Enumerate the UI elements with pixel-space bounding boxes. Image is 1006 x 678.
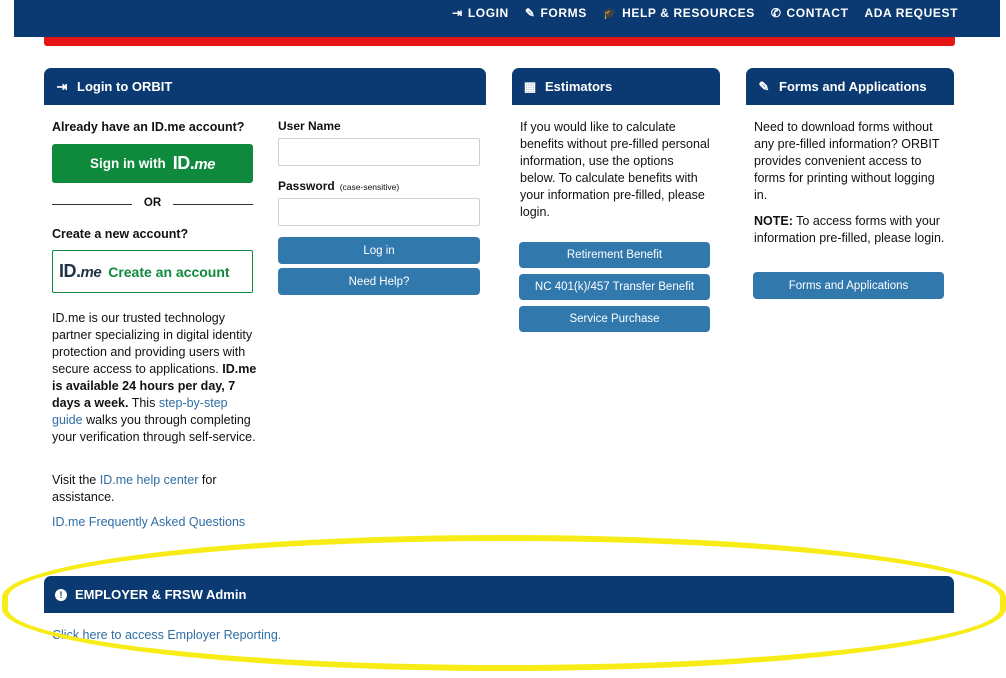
help-center-text: Visit the ID.me help center for assistan…	[52, 473, 217, 504]
nav-forms-label: FORMS	[540, 6, 587, 20]
employer-panel-title: EMPLOYER & FRSW Admin	[75, 587, 247, 602]
or-text: OR	[143, 197, 162, 209]
sign-in-with-idme-button[interactable]: Sign in with ID.me	[52, 144, 253, 183]
nav-help-resources[interactable]: 🎓 HELP & RESOURCES	[603, 6, 755, 20]
exclamation-circle-icon: !	[55, 588, 67, 601]
need-help-button[interactable]: Need Help?	[278, 268, 480, 295]
username-input[interactable]	[278, 138, 480, 166]
service-purchase-button[interactable]: Service Purchase	[519, 306, 710, 332]
login-button[interactable]: Log in	[278, 237, 480, 264]
nav-forms[interactable]: ✎ FORMS	[525, 6, 587, 20]
create-account-label: Create an account	[108, 263, 230, 280]
have-account-heading: Already have an ID.me account?	[52, 120, 245, 134]
username-label: User Name	[278, 119, 341, 133]
nav-login-label: LOGIN	[467, 6, 509, 20]
login-panel-title: Login to ORBIT	[77, 79, 173, 94]
nav-help-label: HELP & RESOURCES	[622, 6, 755, 20]
idme-help-center-link[interactable]: ID.me help center	[100, 473, 199, 487]
nav-login[interactable]: ⇥ LOGIN	[452, 6, 509, 20]
password-label: Password (case-sensitive)	[278, 179, 400, 193]
top-nav-links: ⇥ LOGIN ✎ FORMS 🎓 HELP & RESOURCES ✆ CON…	[452, 6, 958, 20]
edit-icon: ✎	[524, 6, 536, 20]
or-divider: OR	[52, 196, 253, 212]
idme-description: ID.me is our trusted technology partner …	[52, 311, 257, 444]
forms-note: NOTE: To access forms with your informat…	[754, 214, 945, 245]
case-sensitive-hint: (case-sensitive)	[339, 182, 400, 192]
forms-and-applications-button[interactable]: Forms and Applications	[753, 272, 944, 299]
sign-in-label: Sign in with	[90, 156, 166, 171]
create-account-heading: Create a new account?	[52, 227, 189, 241]
calculator-icon: ▦	[523, 78, 537, 94]
nav-contact[interactable]: ✆ CONTACT	[771, 6, 849, 20]
phone-icon: ✆	[770, 6, 782, 20]
nav-ada-request[interactable]: ADA REQUEST	[865, 6, 959, 20]
login-panel-header: ⇥ Login to ORBIT	[44, 68, 486, 105]
edit-icon: ✎	[758, 78, 770, 94]
red-accent-bar	[44, 37, 955, 46]
forms-description: Need to download forms without any pre-f…	[754, 120, 940, 202]
idme-logo: ID.me	[172, 153, 216, 173]
password-input[interactable]	[278, 198, 480, 226]
estimators-description: If you would like to calculate benefits …	[520, 120, 710, 219]
employer-reporting-link[interactable]: Click here to access Employer Reporting.	[52, 627, 281, 644]
employer-panel-header: ! EMPLOYER & FRSW Admin	[44, 576, 954, 613]
nav-ada-label: ADA REQUEST	[864, 6, 958, 20]
nc-401k-457-transfer-button[interactable]: NC 401(k)/457 Transfer Benefit	[519, 274, 710, 300]
forms-panel-header: ✎ Forms and Applications	[746, 68, 954, 105]
create-idme-account-button[interactable]: ID.me Create an account	[52, 250, 253, 293]
estimators-panel-title: Estimators	[545, 79, 613, 94]
idme-faq-link[interactable]: ID.me Frequently Asked Questions	[52, 514, 245, 531]
divider-line-right	[173, 204, 253, 205]
idme-logo: ID.me	[59, 261, 102, 281]
top-navigation: ⇥ LOGIN ✎ FORMS 🎓 HELP & RESOURCES ✆ CON…	[14, 0, 1000, 37]
sign-in-icon: ⇥	[452, 6, 463, 20]
graduation-cap-icon: 🎓	[602, 7, 618, 20]
sign-in-icon: ⇥	[56, 78, 68, 94]
nav-contact-label: CONTACT	[786, 6, 849, 20]
retirement-benefit-button[interactable]: Retirement Benefit	[519, 242, 710, 268]
forms-panel-title: Forms and Applications	[779, 79, 927, 94]
estimators-panel-header: ▦ Estimators	[512, 68, 720, 105]
